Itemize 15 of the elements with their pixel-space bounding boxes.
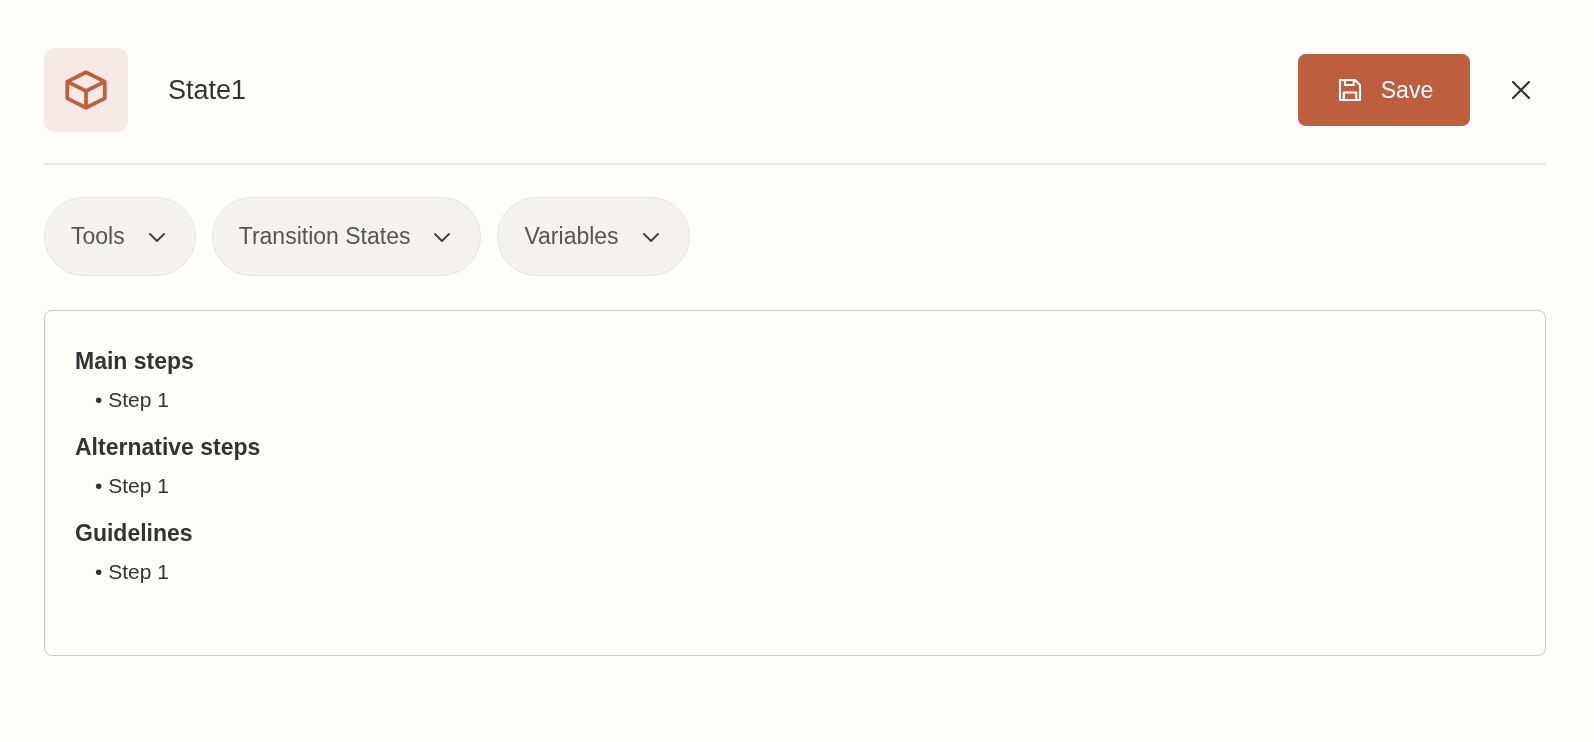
step-item: • Step 1	[95, 473, 170, 499]
dropdown-chip[interactable]: Tools	[44, 197, 196, 276]
chevron-icon	[640, 230, 661, 243]
section-heading: Main steps	[75, 347, 195, 375]
dropdown-chip[interactable]: Variables	[497, 197, 690, 276]
close-icon[interactable]	[1510, 79, 1532, 101]
state-title: State1	[168, 74, 247, 106]
dropdown-chip[interactable]: Transition States	[211, 197, 482, 276]
chevron-icon	[146, 230, 167, 243]
chevron-icon	[432, 230, 453, 243]
step-item: • Step 1	[95, 559, 170, 585]
section-heading: Alternative steps	[75, 433, 262, 461]
save-button[interactable]: Save	[1298, 54, 1470, 126]
section-heading: Guidelines	[75, 519, 194, 547]
step-item: • Step 1	[95, 387, 170, 413]
